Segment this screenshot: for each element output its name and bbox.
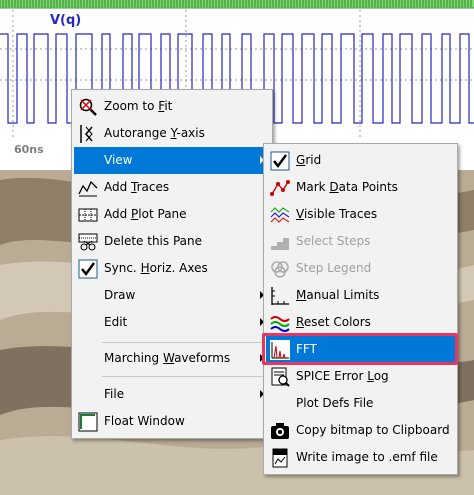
- menu-item-draw[interactable]: Draw: [74, 282, 270, 309]
- menu-item-label: Grid: [296, 153, 322, 167]
- menu-item-add-plot-pane[interactable]: Add Plot Pane: [74, 201, 270, 228]
- menu-item-label: Sync. Horiz. Axes: [104, 261, 208, 275]
- menu-separator: [102, 342, 268, 343]
- sync-axes-check-icon: [78, 259, 98, 279]
- menu-item-label: Delete this Pane: [104, 234, 202, 248]
- time-axis-label: 60ns: [14, 143, 44, 156]
- submenu-item-reset-colors[interactable]: Reset Colors: [266, 309, 455, 336]
- menu-item-label: Zoom to Fit: [104, 99, 173, 113]
- menu-item-label: Draw: [104, 288, 136, 302]
- menu-item-edit[interactable]: Edit: [74, 309, 270, 336]
- menu-item-label: Mark Data Points: [296, 180, 398, 194]
- submenu-item-select-steps[interactable]: Select Steps: [266, 228, 455, 255]
- delete-pane-icon: [78, 233, 98, 251]
- menu-item-label: Plot Defs File: [296, 396, 374, 410]
- menu-item-add-traces[interactable]: Add Traces: [74, 174, 270, 201]
- menu-item-autorange-y-axis[interactable]: Autorange Y-axis: [74, 120, 270, 147]
- menu-item-label: Manual Limits: [296, 288, 380, 302]
- menu-item-view[interactable]: View: [74, 147, 270, 174]
- menu-item-label: Add Traces: [104, 180, 170, 194]
- plot-context-menu: Zoom to Fit Autorange Y-axis View Add Tr…: [71, 89, 273, 439]
- menu-item-zoom-to-fit[interactable]: Zoom to Fit: [74, 93, 270, 120]
- visible-traces-icon: [270, 207, 290, 223]
- menu-item-label: SPICE Error Log: [296, 369, 389, 383]
- submenu-item-spice-error-log[interactable]: SPICE Error Log: [266, 363, 455, 390]
- manual-limits-icon: [271, 287, 289, 305]
- grid-check-icon: [270, 151, 290, 171]
- trace-label[interactable]: V(q): [50, 13, 81, 28]
- menu-item-float-window[interactable]: Float Window: [74, 408, 270, 435]
- menu-item-label: Copy bitmap to Clipboard: [296, 423, 450, 437]
- menu-item-label: Select Steps: [296, 234, 371, 248]
- menu-item-file[interactable]: File: [74, 381, 270, 408]
- menu-item-label: File: [104, 387, 125, 401]
- menu-item-label: Edit: [104, 315, 128, 329]
- menu-separator: [102, 376, 268, 377]
- submenu-item-mark-data-points[interactable]: Mark Data Points: [266, 174, 455, 201]
- reset-colors-icon: [270, 316, 290, 332]
- menu-item-label: Step Legend: [296, 261, 372, 275]
- menu-item-sync-horiz-axes[interactable]: Sync. Horiz. Axes: [74, 255, 270, 282]
- menu-item-label: View: [104, 153, 133, 167]
- add-traces-icon: [78, 180, 98, 197]
- menu-item-marching-waveforms[interactable]: Marching Waveforms: [74, 345, 270, 372]
- menu-item-label: Write image to .emf file: [296, 450, 438, 464]
- submenu-item-copy-bitmap[interactable]: Copy bitmap to Clipboard: [266, 417, 455, 444]
- select-steps-icon: [271, 238, 289, 250]
- error-log-icon: [271, 367, 290, 387]
- menu-item-label: Autorange Y-axis: [104, 126, 205, 140]
- zoom-to-fit-icon: [79, 98, 97, 116]
- mark-data-points-icon: [270, 180, 290, 196]
- add-pane-icon: [78, 208, 98, 222]
- fft-highlight-box: [262, 333, 458, 365]
- menu-item-label: Marching Waveforms: [104, 351, 231, 365]
- submenu-item-manual-limits[interactable]: Manual Limits: [266, 282, 455, 309]
- autorange-icon: [80, 125, 93, 143]
- submenu-item-write-emf[interactable]: Write image to .emf file: [266, 444, 455, 471]
- menu-item-label: Float Window: [104, 414, 185, 428]
- menu-item-label: Reset Colors: [296, 315, 371, 329]
- submenu-item-plot-defs-file[interactable]: Plot Defs File: [266, 390, 455, 417]
- menu-item-label: Add Plot Pane: [104, 207, 187, 221]
- submenu-item-grid[interactable]: Grid: [266, 147, 455, 174]
- submenu-item-visible-traces[interactable]: Visible Traces: [266, 201, 455, 228]
- menu-item-label: Visible Traces: [296, 207, 378, 221]
- menu-item-delete-this-pane[interactable]: Delete this Pane: [74, 228, 270, 255]
- submenu-item-step-legend[interactable]: Step Legend: [266, 255, 455, 282]
- float-window-icon: [78, 412, 98, 432]
- copy-bitmap-icon: [271, 423, 289, 439]
- write-emf-icon: [272, 448, 288, 468]
- step-legend-icon: [271, 261, 289, 278]
- view-submenu: Grid Mark Data Points Visible Traces Sel…: [263, 143, 458, 475]
